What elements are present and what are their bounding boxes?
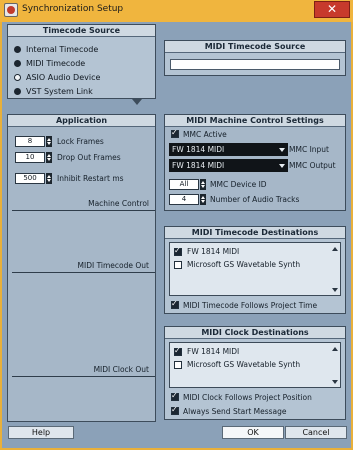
destination-label: Microsoft GS Wavetable Synth <box>187 360 301 369</box>
lock-frames-field[interactable]: 8 <box>15 136 45 147</box>
radio-vst-system-link[interactable]: VST System Link <box>14 85 93 97</box>
mmc-input-select[interactable]: FW 1814 MIDI <box>169 143 288 156</box>
chevron-down-icon <box>279 164 285 168</box>
timecode-destinations-list[interactable]: FW 1814 MIDI Microsoft GS Wavetable Synt… <box>169 242 341 296</box>
destination-label: FW 1814 MIDI <box>187 247 240 256</box>
timecode-follows-label: MIDI Timecode Follows Project Time <box>183 301 318 310</box>
midi-timecode-out-label: MIDI Timecode Out <box>77 261 149 270</box>
destination-checkbox[interactable] <box>174 346 182 356</box>
clock-destinations-list[interactable]: FW 1814 MIDI Microsoft GS Wavetable Synt… <box>169 342 341 388</box>
mmc-device-id-field[interactable]: All <box>169 179 199 190</box>
mmc-output-select[interactable]: FW 1814 MIDI <box>169 159 288 172</box>
scroll-up-icon[interactable] <box>331 245 339 253</box>
midi-timecode-source-panel: MIDI Timecode Source <box>164 40 346 76</box>
machine-control-divider <box>12 210 155 211</box>
scroll-down-icon[interactable] <box>331 286 339 294</box>
destination-label: FW 1814 MIDI <box>187 347 240 356</box>
radio-internal-timecode[interactable]: Internal Timecode <box>14 43 98 55</box>
inhibit-restart-label: Inhibit Restart ms <box>57 174 124 183</box>
inhibit-restart-spinner-icon[interactable] <box>46 173 52 184</box>
machine-control-label: Machine Control <box>88 199 149 208</box>
close-button[interactable]: ✕ <box>314 1 350 18</box>
drop-out-frames-label: Drop Out Frames <box>57 153 121 162</box>
destination-checkbox[interactable] <box>174 360 182 369</box>
list-item[interactable]: FW 1814 MIDI <box>174 346 239 357</box>
timecode-source-panel: Timecode Source Internal Timecode MIDI T… <box>7 24 156 99</box>
radio-icon <box>14 87 21 95</box>
audio-tracks-spinner-icon[interactable] <box>200 194 206 205</box>
inhibit-restart-field[interactable]: 500 <box>15 173 45 184</box>
help-button[interactable]: Help <box>8 426 74 439</box>
scroll-up-icon[interactable] <box>331 345 339 353</box>
scroll-down-icon[interactable] <box>331 378 339 386</box>
radio-label: Internal Timecode <box>26 44 99 54</box>
window-title: Synchronization Setup <box>22 4 124 14</box>
list-item[interactable]: Microsoft GS Wavetable Synth <box>174 259 300 270</box>
lock-frames-label: Lock Frames <box>57 137 104 146</box>
mmc-output-label: MMC Output <box>289 161 336 170</box>
ok-button[interactable]: OK <box>222 426 284 439</box>
clock-follows-checkbox[interactable] <box>171 391 179 401</box>
destination-label: Microsoft GS Wavetable Synth <box>187 260 301 269</box>
midi-timecode-source-field[interactable] <box>170 59 340 70</box>
midi-timecode-destinations-panel: MIDI Timecode Destinations FW 1814 MIDI … <box>164 226 346 314</box>
dialog-body: Timecode Source Internal Timecode MIDI T… <box>2 22 351 448</box>
timecode-source-title: Timecode Source <box>8 25 155 37</box>
send-start-label: Always Send Start Message <box>183 407 287 416</box>
mmc-active-label: MMC Active <box>183 130 227 139</box>
audio-tracks-field[interactable]: 4 <box>169 194 199 205</box>
midi-clock-out-divider <box>12 376 155 377</box>
midi-timecode-out-divider <box>12 272 155 273</box>
connector-notch <box>132 99 142 105</box>
mmc-device-id-spinner-icon[interactable] <box>200 179 206 190</box>
sync-setup-window: Synchronization Setup ✕ Timecode Source … <box>0 0 353 450</box>
radio-icon <box>14 59 21 67</box>
midi-clock-destinations-panel: MIDI Clock Destinations FW 1814 MIDI Mic… <box>164 326 346 420</box>
mmc-input-label: MMC Input <box>289 145 329 154</box>
lock-frames-spinner-icon[interactable] <box>46 136 52 147</box>
radio-label: VST System Link <box>26 86 93 96</box>
app-icon <box>4 3 18 17</box>
mmc-output-value: FW 1814 MIDI <box>172 161 225 170</box>
cancel-button[interactable]: Cancel <box>285 426 347 439</box>
list-item[interactable]: FW 1814 MIDI <box>174 246 239 257</box>
destination-checkbox[interactable] <box>174 246 182 256</box>
midi-clock-destinations-title: MIDI Clock Destinations <box>165 327 345 339</box>
mmc-settings-title: MIDI Machine Control Settings <box>165 115 345 127</box>
radio-asio-audio-device[interactable]: ASIO Audio Device <box>14 71 100 83</box>
application-title: Application <box>8 115 155 127</box>
midi-clock-out-label: MIDI Clock Out <box>93 365 149 374</box>
audio-tracks-label: Number of Audio Tracks <box>210 195 300 204</box>
application-panel: Application 8 Lock Frames 10 Drop Out Fr… <box>7 114 156 422</box>
clock-follows-label: MIDI Clock Follows Project Position <box>183 393 312 402</box>
mmc-active-checkbox[interactable] <box>171 128 179 138</box>
midi-timecode-source-title: MIDI Timecode Source <box>165 41 345 53</box>
mmc-device-id-label: MMC Device ID <box>210 180 267 189</box>
midi-timecode-destinations-title: MIDI Timecode Destinations <box>165 227 345 239</box>
radio-icon <box>14 45 21 53</box>
radio-label: ASIO Audio Device <box>26 72 101 82</box>
drop-out-frames-spinner-icon[interactable] <box>46 152 52 163</box>
title-bar[interactable]: Synchronization Setup ✕ <box>0 0 353 22</box>
drop-out-frames-field[interactable]: 10 <box>15 152 45 163</box>
radio-selected-icon <box>14 73 21 81</box>
radio-midi-timecode[interactable]: MIDI Timecode <box>14 57 85 69</box>
destination-checkbox[interactable] <box>174 260 182 269</box>
chevron-down-icon <box>279 148 285 152</box>
mmc-settings-panel: MIDI Machine Control Settings MMC Active… <box>164 114 346 211</box>
list-item[interactable]: Microsoft GS Wavetable Synth <box>174 359 300 370</box>
timecode-follows-checkbox[interactable] <box>171 299 179 309</box>
send-start-checkbox[interactable] <box>171 405 179 415</box>
radio-label: MIDI Timecode <box>26 58 86 68</box>
mmc-input-value: FW 1814 MIDI <box>172 145 225 154</box>
